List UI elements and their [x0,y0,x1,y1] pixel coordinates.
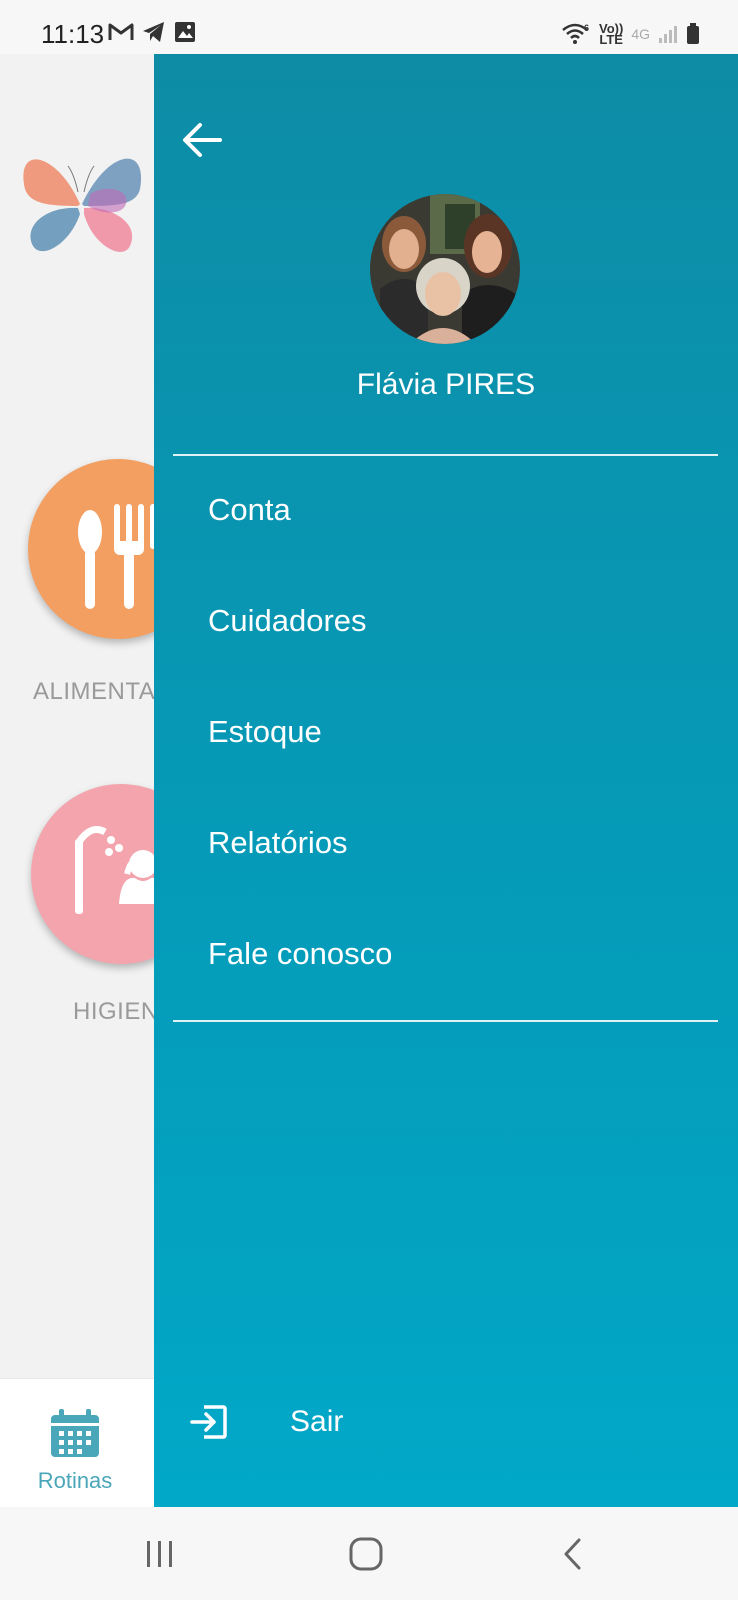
calendar-icon [51,1409,99,1457]
battery-icon [687,23,699,44]
logout-icon [190,1405,227,1439]
svg-text:6: 6 [584,23,589,33]
category-alimentacao-label: ALIMENTA [33,678,156,705]
chevron-left-icon [564,1538,581,1570]
system-navigation-bar [0,1507,738,1600]
logout-button[interactable]: Sair [190,1394,590,1450]
avatar[interactable] [370,194,520,344]
nav-rotinas-label: Rotinas [37,1468,113,1493]
volte-icon: Vo)) LTE [599,21,624,47]
menu-item-relatorios[interactable]: Relatórios [154,817,738,928]
menu-item-conta[interactable]: Conta [154,484,738,595]
category-higiene-label: HIGIEN [73,998,159,1025]
gmail-icon [108,23,134,40]
home-icon [349,1537,383,1571]
signal-icon [659,26,677,43]
butterfly-logo [23,158,142,252]
divider-bottom [173,1020,718,1022]
back-system-button[interactable] [548,1529,598,1579]
system-status-icons: 6 Vo)) LTE 4G [561,22,700,46]
telegram-icon [143,22,164,42]
logout-label: Sair [290,1405,344,1438]
profile-photo [370,194,520,344]
divider-top [173,454,718,456]
menu-item-fale-conosco[interactable]: Fale conosco [154,928,738,1039]
navigation-drawer: Flávia PIRES Conta Cuidadores Estoque Re… [154,54,738,1507]
menu-item-cuidadores[interactable]: Cuidadores [154,595,738,706]
menu-item-estoque[interactable]: Estoque [154,706,738,817]
back-button[interactable] [178,116,226,164]
status-bar: 11:13 6 Vo)) LTE 4G [0,0,738,54]
wifi-6-icon: 6 [562,23,589,44]
recent-apps-icon [147,1541,172,1567]
arrow-back-icon [183,123,222,157]
nav-rotinas[interactable]: Rotinas [20,1409,130,1494]
status-time: 11:13 [41,19,105,49]
network-type: 4G [631,26,650,42]
drawer-menu: Conta Cuidadores Estoque Relatórios Fale… [154,484,738,1039]
recent-apps-button[interactable] [135,1529,185,1579]
user-name: Flávia PIRES [356,368,536,401]
notification-icons [108,21,196,43]
home-button[interactable] [341,1529,391,1579]
gallery-icon [175,22,195,42]
